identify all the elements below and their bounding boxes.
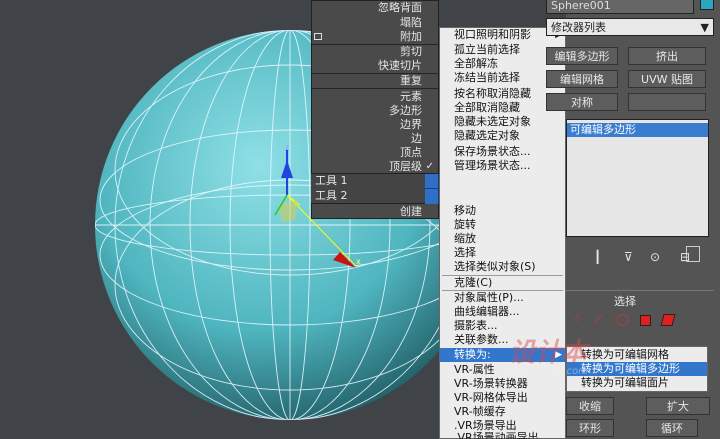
menu-item-border[interactable]: 边界 [312, 118, 436, 132]
menu-item-select-similar[interactable]: 选择类似对象(S) [440, 260, 565, 274]
subobject-icons: ⁘ ⟋ ◯ [566, 312, 714, 332]
menu-item-top-level[interactable]: 顶层级 ✓ [312, 160, 436, 174]
stack-item-editable-poly[interactable]: 可编辑多边形 [567, 123, 708, 137]
menu-item-vr-properties[interactable]: VR-属性 [440, 363, 565, 377]
menu-item-create[interactable]: 创建 [312, 205, 436, 219]
menu-item-element[interactable]: 元素 [312, 90, 436, 104]
menu-item-vr-mesh-export[interactable]: VR-网格体导出 [440, 391, 565, 405]
element-icon[interactable] [660, 314, 676, 326]
modifier-btn-edit-poly[interactable]: 编辑多边形 [546, 47, 618, 65]
menu-item-rotate[interactable]: 旋转 [440, 218, 565, 232]
vertex-icon[interactable]: ⁘ [572, 312, 582, 326]
menu-item-hide-unselected[interactable]: 隐藏未选定对象 [440, 115, 565, 129]
modifier-btn-extrude[interactable]: 挤出 [628, 47, 706, 65]
convert-to-editable-poly[interactable]: 转换为可编辑多边形 [567, 362, 707, 376]
menu-item-edge[interactable]: 边 [312, 132, 436, 146]
submenu-arrow-icon: ▶ [555, 350, 562, 360]
menu-item-attach[interactable]: 附加 [312, 30, 436, 44]
box-icon [314, 33, 322, 40]
quad-tool1-label[interactable]: 工具 1 [315, 174, 348, 188]
checkmark-icon: ✓ [425, 161, 434, 172]
convert-submenu: 转换为可编辑网格 转换为可编辑多边形 转换为可编辑面片 [566, 346, 708, 392]
menu-item-collapse[interactable]: 塌陷 [312, 16, 436, 30]
menu-item-curve-editor[interactable]: 曲线编辑器... [440, 305, 565, 319]
menu-item-clone[interactable]: 克隆(C) [440, 276, 565, 290]
selection-title: 选择 [614, 295, 636, 308]
menu-item-cut[interactable]: 剪切 [312, 45, 436, 59]
svg-text:x: x [356, 257, 361, 266]
quad-tool2-label[interactable]: 工具 2 [315, 189, 348, 203]
menu-item-manage-scene-states[interactable]: 管理场景状态... [440, 159, 565, 173]
menu-item-hide-selection[interactable]: 隐藏选定对象 [440, 129, 565, 143]
selection-rollout-header[interactable]: 选择 [566, 290, 714, 308]
loop-button[interactable]: 循环 [646, 419, 698, 437]
edge-icon[interactable]: ⟋ [594, 312, 602, 327]
menu-item-vr-scene-converter[interactable]: VR-场景转换器 [440, 377, 565, 391]
menu-item-wire-parameters[interactable]: 关联参数... [440, 333, 565, 347]
menu-item-vertex[interactable]: 顶点 [312, 146, 436, 160]
modifier-btn-uvw-map[interactable]: UVW 贴图 [628, 70, 706, 88]
make-unique-icon[interactable]: ⊙ [650, 250, 660, 264]
menu-item-vr-scene-anim-export[interactable]: .VR场景动画导出 [440, 431, 565, 439]
convert-to-editable-mesh[interactable]: 转换为可编辑网格 [567, 348, 707, 362]
ring-button[interactable]: 环形 [566, 419, 614, 437]
menu-item-save-scene-state[interactable]: 保存场景状态... [440, 145, 565, 159]
convert-to-editable-patch[interactable]: 转换为可编辑面片 [567, 376, 707, 390]
polygon-icon[interactable] [640, 315, 651, 326]
modifier-list-dropdown[interactable]: 修改器列表 ▼ [546, 18, 714, 36]
object-name-field[interactable]: Sphere001 [546, 0, 694, 14]
menu-item-object-properties[interactable]: 对象属性(P)... [440, 291, 565, 305]
quad-menu-right: 视口照明和阴影▶ 孤立当前选择 全部解冻 冻结当前选择 按名称取消隐藏 全部取消… [439, 27, 566, 439]
menu-item-dope-sheet[interactable]: 摄影表... [440, 319, 565, 333]
modifier-btn-edit-mesh[interactable]: 编辑网格 [546, 70, 618, 88]
menu-item-ignore-backface[interactable]: 忽略背面 [312, 1, 436, 15]
menu-item-repeat[interactable]: 重复 [312, 74, 436, 88]
shrink-button[interactable]: 收缩 [566, 397, 614, 415]
object-color-swatch[interactable] [700, 0, 714, 10]
show-end-result-icon[interactable]: ⊽ [624, 250, 633, 264]
modifier-btn-symmetry[interactable]: 对称 [546, 93, 618, 111]
configure-sets-icon[interactable] [686, 246, 700, 262]
grow-button[interactable]: 扩大 [646, 397, 710, 415]
pin-stack-icon[interactable]: ┃ [594, 250, 601, 264]
menu-item-polygon[interactable]: 多边形 [312, 104, 436, 118]
dropdown-arrow-icon: ▼ [700, 21, 709, 34]
menu-item-convert-to[interactable]: 转换为: ▶ [440, 348, 565, 362]
menu-item-vr-framebuffer[interactable]: VR-帧缓存 [440, 405, 565, 419]
menu-item-select[interactable]: 选择 [440, 246, 565, 260]
modifier-btn-empty[interactable] [628, 93, 706, 111]
modifier-stack: 可编辑多边形 [566, 119, 709, 237]
border-icon[interactable]: ◯ [616, 312, 629, 326]
svg-text:z: z [285, 143, 289, 152]
menu-item-scale[interactable]: 缩放 [440, 232, 565, 246]
menu-item-quickslice[interactable]: 快速切片 [312, 59, 436, 73]
menu-item-move[interactable]: 移动 [440, 204, 565, 218]
stack-toolbar: ┃ ⊽ ⊙ ⊟ [566, 246, 720, 266]
